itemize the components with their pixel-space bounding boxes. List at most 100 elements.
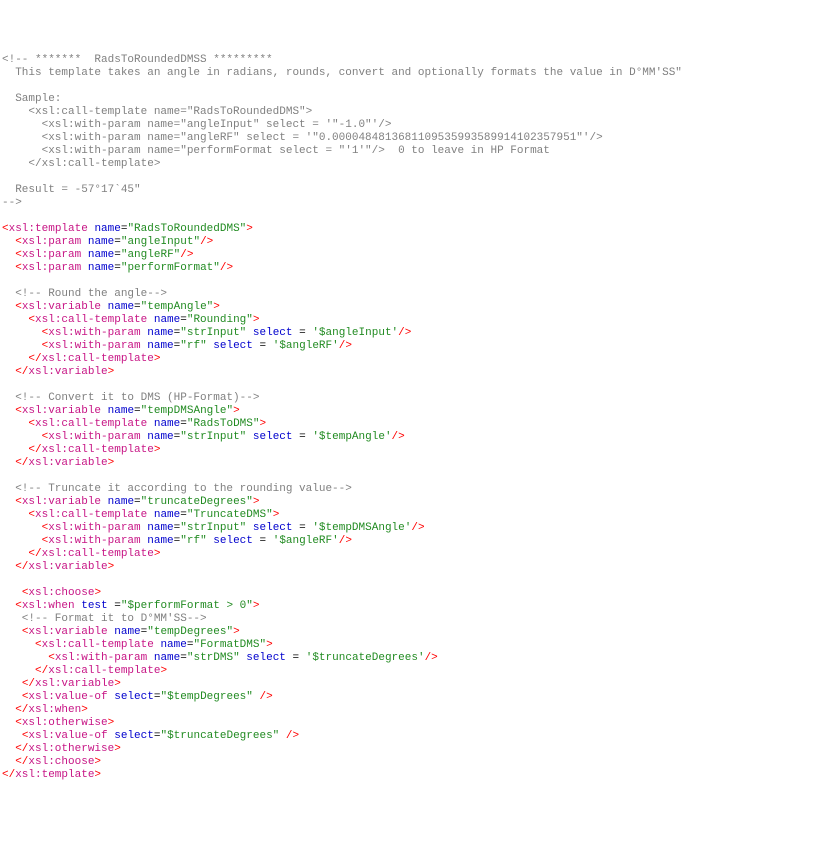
tag-close: > — [253, 496, 260, 508]
tag-open: < — [15, 236, 22, 248]
attr: name — [147, 535, 173, 547]
tag-open: </ — [28, 353, 41, 365]
tag-open: < — [15, 249, 22, 261]
tag-close: > — [154, 353, 161, 365]
elem: xsl:variable — [22, 405, 101, 417]
elem: xsl:call-template — [42, 639, 154, 651]
attr: test — [81, 600, 107, 612]
elem: xsl:otherwise — [22, 717, 108, 729]
eq: = — [114, 249, 121, 261]
elem: xsl:with-param — [48, 431, 140, 443]
tag-open: </ — [2, 769, 15, 781]
eq: = — [293, 652, 300, 664]
elem: xsl:template — [9, 223, 88, 235]
val: "angleRF" — [121, 249, 180, 261]
comment: <!-- Truncate it according to the roundi… — [2, 483, 352, 495]
val: "rf" — [180, 535, 206, 547]
val: '$truncateDegrees' — [306, 652, 425, 664]
elem: xsl:variable — [28, 561, 107, 573]
attr: select — [246, 652, 286, 664]
tag-close: /> — [180, 249, 193, 261]
tag-close: > — [233, 405, 240, 417]
comment: <xsl:with-param name="angleInput" select… — [2, 119, 391, 131]
val: "strInput" — [180, 431, 246, 443]
val: "rf" — [180, 340, 206, 352]
eq: = — [180, 418, 187, 430]
comment: <xsl:with-param name="performFormat sele… — [2, 145, 550, 157]
comment: </xsl:call-template> — [2, 158, 160, 170]
tag-close: /> — [425, 652, 438, 664]
attr: name — [147, 431, 173, 443]
comment: <!-- ******* RadsToRoundedDMSS ********* — [2, 54, 273, 66]
attr: select — [253, 431, 293, 443]
attr: name — [154, 652, 180, 664]
attr: name — [108, 405, 134, 417]
tag-open: < — [15, 717, 22, 729]
eq: = — [114, 600, 121, 612]
tag-close: > — [259, 418, 266, 430]
elem: xsl:variable — [28, 457, 107, 469]
eq: = — [114, 236, 121, 248]
tag-close: /> — [260, 691, 273, 703]
attr: name — [88, 236, 114, 248]
tag-open: < — [15, 405, 22, 417]
elem: xsl:variable — [28, 366, 107, 378]
tag-close: > — [273, 509, 280, 521]
attr: name — [154, 418, 180, 430]
attr: name — [108, 496, 134, 508]
tag-close: > — [94, 769, 101, 781]
elem: xsl:choose — [28, 756, 94, 768]
elem: xsl:with-param — [48, 340, 140, 352]
tag-close: > — [253, 600, 260, 612]
elem: xsl:call-template — [35, 418, 147, 430]
eq: = — [134, 301, 141, 313]
val: "angleInput" — [121, 236, 200, 248]
attr: select — [213, 535, 253, 547]
tag-close: > — [154, 548, 161, 560]
tag-close: > — [246, 223, 253, 235]
val: "tempDegrees" — [147, 626, 233, 638]
elem: xsl:variable — [22, 496, 101, 508]
comment: Sample: — [2, 93, 61, 105]
elem: xsl:with-param — [48, 535, 140, 547]
elem: xsl:otherwise — [28, 743, 114, 755]
comment: <!-- Convert it to DMS (HP-Format)--> — [2, 392, 259, 404]
comment: <xsl:with-param name="angleRF" select = … — [2, 132, 603, 144]
val: "$tempDegrees" — [160, 691, 252, 703]
tag-close: > — [81, 704, 88, 716]
val: '$tempDMSAngle' — [312, 522, 411, 534]
elem: xsl:when — [22, 600, 75, 612]
elem: xsl:call-template — [35, 509, 147, 521]
tag-close: /> — [339, 535, 352, 547]
attr: name — [88, 249, 114, 261]
attr: name — [94, 223, 120, 235]
tag-open: </ — [15, 704, 28, 716]
tag-close: > — [266, 639, 273, 651]
elem: xsl:param — [22, 262, 81, 274]
attr: name — [160, 639, 186, 651]
tag-close: /> — [411, 522, 424, 534]
val: "RadsToRoundedDMS" — [127, 223, 246, 235]
tag-close: > — [253, 314, 260, 326]
val: "tempDMSAngle" — [141, 405, 233, 417]
attr: name — [147, 327, 173, 339]
tag-close: > — [108, 457, 115, 469]
tag-open: < — [35, 639, 42, 651]
attr: name — [154, 509, 180, 521]
val: "tempAngle" — [141, 301, 214, 313]
attr: name — [108, 301, 134, 313]
elem: xsl:when — [28, 704, 81, 716]
tag-close: > — [160, 665, 167, 677]
attr: select — [253, 327, 293, 339]
attr: name — [88, 262, 114, 274]
val: '$angleInput' — [312, 327, 398, 339]
tag-close: /> — [286, 730, 299, 742]
tag-close: > — [154, 444, 161, 456]
tag-open: < — [15, 600, 22, 612]
val: "Rounding" — [187, 314, 253, 326]
val: "performFormat" — [121, 262, 220, 274]
elem: xsl:call-template — [48, 665, 160, 677]
comment: <!-- Round the angle--> — [2, 288, 167, 300]
val: "strDMS" — [187, 652, 240, 664]
tag-close: > — [108, 561, 115, 573]
